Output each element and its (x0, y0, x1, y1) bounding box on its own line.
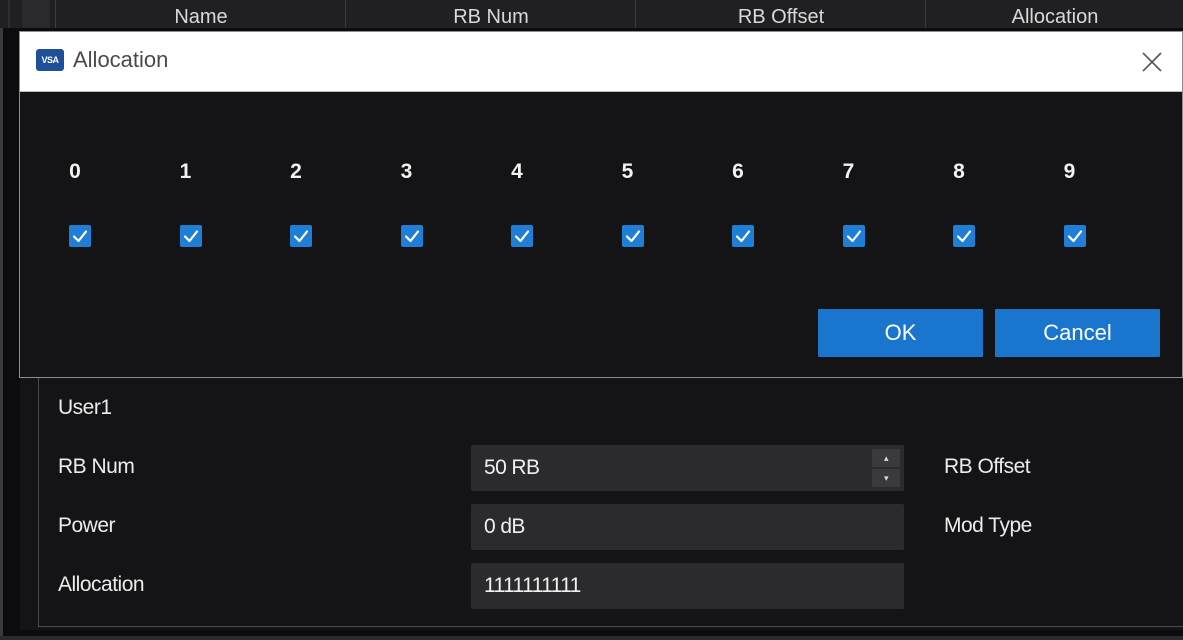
allocation-checkbox[interactable] (290, 225, 312, 247)
column-header-rb-offset[interactable]: RB Offset (635, 0, 926, 28)
window-bottom-edge (0, 636, 1183, 640)
allocation-checkbox[interactable] (179, 225, 202, 247)
power-value: 0 dB (484, 515, 525, 538)
checkmark-icon (846, 230, 861, 243)
allocation-index-label: 5 (621, 160, 634, 183)
checkmark-icon (72, 230, 88, 243)
table-header: Name RB Num RB Offset Allocation (0, 0, 1183, 28)
allocation-index-label: 7 (842, 160, 855, 183)
checkmark-icon (735, 230, 751, 243)
checkmark-icon (956, 230, 972, 243)
allocation-value: 1111111111 (484, 574, 581, 597)
checkmark-icon (404, 230, 419, 243)
allocation-index-label: 6 (732, 160, 744, 183)
allocation-checkbox[interactable] (621, 225, 644, 247)
checkmark-icon (514, 230, 530, 243)
checkmark-icon (183, 230, 198, 243)
rb-offset-label: RB Offset (944, 455, 1031, 478)
ok-button[interactable]: OK (818, 309, 983, 357)
mod-type-label: Mod Type (944, 514, 1032, 537)
dialog-title: Allocation (73, 47, 169, 72)
allocation-index-label: 4 (511, 160, 523, 183)
allocation-checkbox[interactable] (69, 225, 91, 247)
allocation-index-label: 9 (1063, 160, 1076, 183)
allocation-dialog: VSA Allocation 0 1 2 3 4 5 6 7 8 9 OK Cancel (19, 31, 1183, 378)
allocation-index-label: 2 (290, 160, 302, 183)
close-icon[interactable] (1132, 42, 1172, 82)
window-left-edge (0, 0, 3, 640)
spin-down-icon[interactable]: ▾ (872, 469, 900, 487)
checkmark-icon (1067, 230, 1082, 243)
rb-num-label: RB Num (58, 455, 135, 478)
rb-num-stepper[interactable]: ▴ ▾ (872, 449, 900, 487)
column-header-rb-num[interactable]: RB Num (345, 0, 636, 28)
allocation-checkbox[interactable] (842, 225, 865, 247)
allocation-index-label: 1 (179, 160, 192, 183)
allocation-checkbox[interactable] (511, 225, 533, 247)
dialog-titlebar[interactable]: VSA Allocation (20, 32, 1182, 92)
allocation-checkbox[interactable] (400, 225, 423, 247)
column-header-name[interactable]: Name (55, 0, 346, 28)
allocation-field[interactable]: 1111111111 (471, 563, 904, 609)
vsa-app-icon: VSA (36, 49, 64, 71)
power-label: Power (58, 514, 116, 537)
allocation-index-label: 3 (400, 160, 413, 183)
allocation-checkbox[interactable] (732, 225, 754, 247)
allocation-checkbox[interactable] (953, 225, 975, 247)
spin-up-icon[interactable]: ▴ (872, 449, 900, 467)
allocation-label: Allocation (58, 573, 145, 596)
rb-num-value: 50 RB (484, 456, 540, 479)
user-group-title: User1 (58, 396, 112, 419)
rb-num-spinbox[interactable]: 50 RB ▴ ▾ (471, 445, 904, 491)
allocation-checkbox[interactable] (1063, 225, 1086, 247)
cancel-button[interactable]: Cancel (995, 309, 1160, 357)
column-header-allocation[interactable]: Allocation (925, 0, 1183, 28)
allocation-index-label: 8 (953, 160, 965, 183)
power-field[interactable]: 0 dB (471, 504, 904, 550)
allocation-index-label: 0 (69, 160, 81, 183)
checkmark-icon (293, 230, 309, 243)
checkmark-icon (625, 230, 640, 243)
